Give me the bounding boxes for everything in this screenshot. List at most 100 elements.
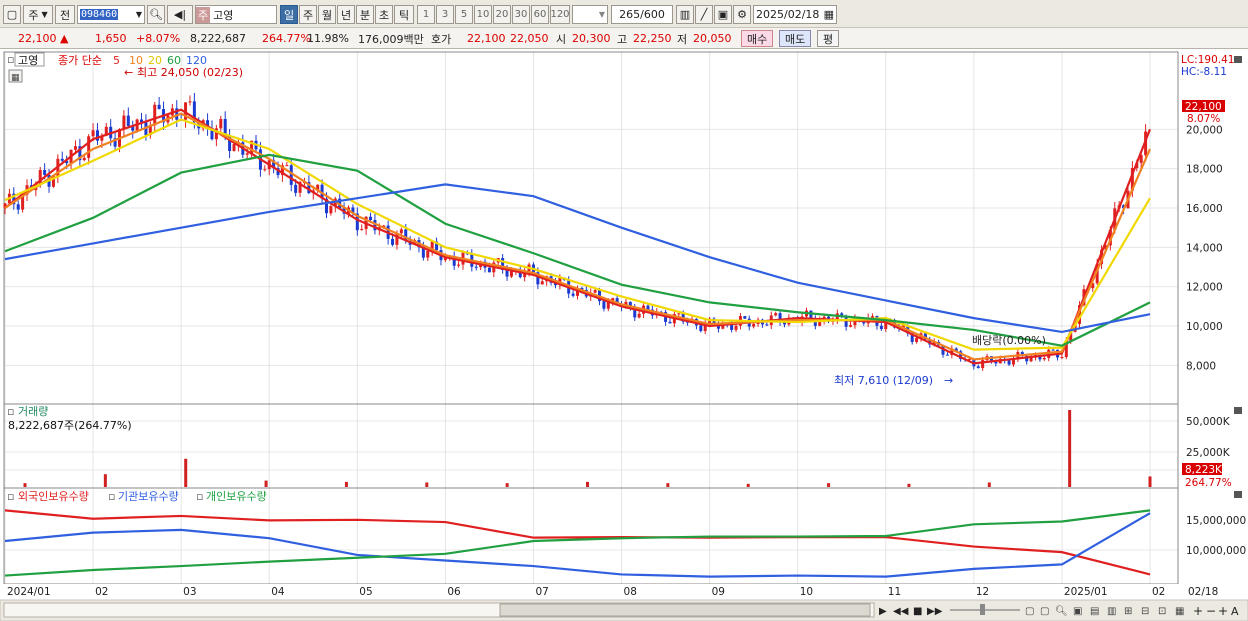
tool3-icon[interactable]: ▥ — [1107, 606, 1116, 617]
volume-bar — [746, 483, 750, 487]
volume-bar — [425, 482, 429, 487]
chevron-down-icon[interactable]: ▼ — [136, 10, 144, 19]
market-label: 주 — [28, 8, 39, 22]
volume-ratio: 264.77% — [262, 32, 311, 45]
candle-body — [122, 115, 126, 130]
vol-axis-50000k: 50,000K — [1186, 416, 1231, 428]
last-percent-label: 8.07% — [1187, 113, 1220, 125]
unit-30[interactable]: 30 — [512, 5, 530, 24]
period-minute[interactable]: 분 — [356, 5, 374, 24]
high-label: 고 — [617, 32, 628, 46]
period-week[interactable]: 주 — [299, 5, 317, 24]
stock-chart[interactable]: ▫ 고영 종가 단순 5 10 20 60 120 ▦ ← 최고 24,050 … — [0, 50, 1248, 621]
candle-body — [188, 101, 192, 103]
unit-120[interactable]: 120 — [550, 5, 570, 24]
candle-body — [1060, 357, 1064, 359]
draw-line-icon[interactable]: ╱ — [695, 5, 713, 24]
candle-body — [87, 136, 91, 158]
period-second[interactable]: 초 — [375, 5, 393, 24]
price-tick-label: 8,000 — [1186, 360, 1216, 372]
panel-close-icon[interactable] — [1234, 407, 1242, 414]
gear-icon[interactable]: ⚙ — [733, 5, 751, 24]
date-field[interactable]: 2025/02/18 ▦ — [753, 5, 837, 24]
candle-body — [232, 144, 236, 152]
speaker-icon[interactable]: ◀| — [167, 5, 193, 24]
x-tick-label: 12 — [976, 586, 989, 598]
unit-1[interactable]: 1 — [417, 5, 435, 24]
panel-marker-icon: ▫ — [7, 53, 14, 66]
forward-icon[interactable]: ▶▶ — [927, 606, 943, 617]
tool1-icon[interactable]: ▣ — [1073, 606, 1082, 617]
panel-close-icon[interactable] — [1234, 491, 1242, 498]
zoom-plus-icon[interactable]: + — [1218, 604, 1228, 618]
turnover-value: 11.98% — [307, 32, 349, 45]
lc-value: LC:190.41 — [1181, 54, 1234, 66]
candle-body — [765, 324, 769, 326]
market-select[interactable]: 주 ▼ — [23, 5, 53, 24]
dividend-note: 배당락(0.00%) — [972, 334, 1046, 347]
period-year[interactable]: 년 — [337, 5, 355, 24]
tool4-icon[interactable]: ⊞ — [1124, 606, 1132, 617]
candle-body — [743, 316, 747, 319]
sell-button[interactable]: 매도 — [779, 30, 812, 47]
count-field[interactable]: 265/600 — [611, 5, 673, 24]
x-tick-label: 06 — [447, 586, 461, 598]
up-arrow-icon: ▲ — [60, 32, 69, 45]
tool2-icon[interactable]: ▤ — [1090, 606, 1099, 617]
volume-bar — [103, 474, 107, 487]
count-total: /600 — [640, 8, 665, 21]
unit-3[interactable]: 3 — [436, 5, 454, 24]
window-icon[interactable]: ▢ — [3, 5, 21, 24]
period-month[interactable]: 월 — [318, 5, 336, 24]
stop-icon[interactable]: ■ — [913, 606, 922, 617]
text-size-icon[interactable]: A — [1231, 605, 1239, 618]
rewind-icon[interactable]: ◀◀ — [893, 606, 909, 617]
candle-body — [734, 325, 738, 330]
price-tick-label: 12,000 — [1186, 282, 1223, 294]
individual-legend: 개인보유수량 — [206, 490, 267, 503]
candle-body — [73, 146, 77, 150]
search-icon[interactable]: 🔍︎ — [147, 5, 165, 24]
scroll-right-icon[interactable]: ▶ — [879, 606, 887, 617]
tool5-icon[interactable]: ⊟ — [1141, 606, 1149, 617]
buy-button[interactable]: 매수 — [741, 30, 774, 47]
avg-button[interactable]: 평 — [817, 30, 840, 47]
code-input[interactable]: 098460 ▼ — [77, 5, 145, 24]
unit-5[interactable]: 5 — [455, 5, 473, 24]
name-tag: 주 — [196, 6, 211, 23]
scroll-thumb[interactable] — [499, 603, 871, 617]
tool7-icon[interactable]: ▦ — [1175, 606, 1184, 617]
zoom-out-icon[interactable]: − — [1206, 604, 1216, 618]
unit-10[interactable]: 10 — [474, 5, 492, 24]
candle-body — [329, 206, 333, 214]
save-icon[interactable]: ▣ — [714, 5, 732, 24]
candle-body — [487, 267, 491, 273]
candle-body — [593, 290, 597, 293]
unit-custom-select[interactable]: ▼ — [572, 5, 608, 24]
candle-body — [1029, 357, 1033, 362]
calendar-icon[interactable]: ▦ — [824, 8, 836, 21]
stock-name-field[interactable]: 주 고영 — [195, 5, 277, 24]
chart-type-icon[interactable]: ▥ — [676, 5, 694, 24]
unit-20[interactable]: 20 — [493, 5, 511, 24]
period-day[interactable]: 일 — [280, 5, 298, 24]
period-tick[interactable]: 틱 — [394, 5, 414, 24]
tool6-icon[interactable]: ⊡ — [1158, 606, 1166, 617]
zoom-in-icon[interactable]: + — [1193, 604, 1203, 618]
volume-title: 거래량 — [18, 405, 48, 418]
unit-60[interactable]: 60 — [531, 5, 549, 24]
trade-amount: 176,009백만 — [358, 32, 424, 46]
candle-body — [153, 104, 157, 126]
candle-body — [1051, 349, 1055, 351]
zoom-slider-handle[interactable] — [980, 604, 985, 615]
layout-icon[interactable]: ▢ — [1025, 606, 1034, 617]
high-note: 최고 24,050 (02/23) — [137, 66, 243, 79]
layout2-icon[interactable]: ▢ — [1040, 606, 1049, 617]
panel-close-icon[interactable] — [1234, 56, 1242, 63]
hold-axis-15m: 15,000,000 — [1186, 515, 1246, 527]
zoom-icon[interactable]: 🔍︎ — [1055, 605, 1068, 617]
x-tick-label: 02 — [95, 586, 108, 598]
prev-button[interactable]: 전 — [55, 5, 75, 24]
volume-value: 8,222,687 — [190, 32, 246, 45]
low-arrow-icon: → — [944, 374, 953, 387]
